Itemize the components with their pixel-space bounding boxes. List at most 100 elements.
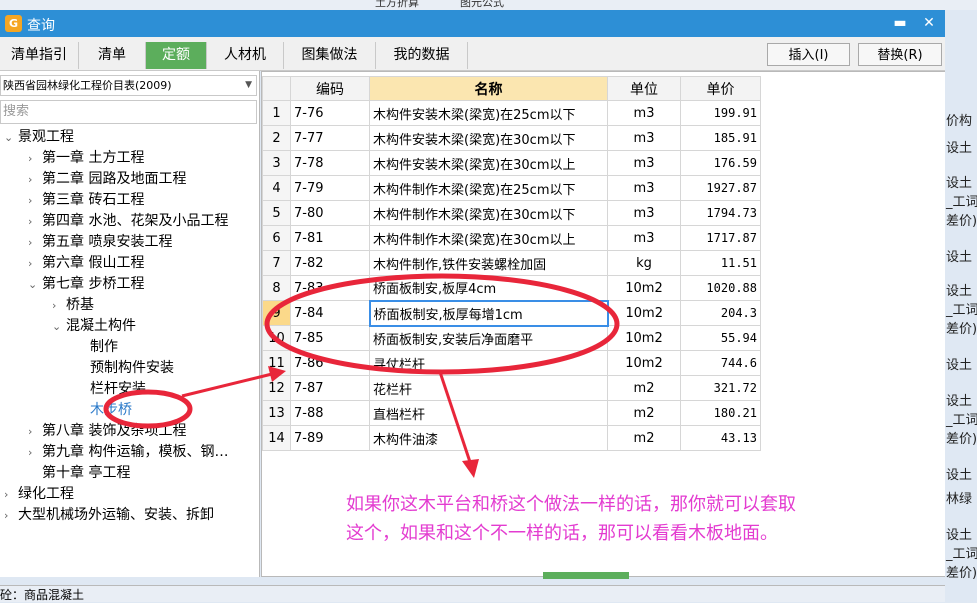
unit-cell[interactable]: m2 [607, 425, 681, 451]
price-cell[interactable]: 43.13 [680, 425, 761, 451]
name-cell[interactable]: 木构件油漆 [369, 425, 608, 451]
code-cell[interactable]: 7-79 [290, 175, 370, 201]
name-cell[interactable]: 木构件制作木梁(梁宽)在30cm以下 [369, 200, 608, 226]
unit-cell[interactable]: 10m2 [607, 300, 681, 326]
price-cell[interactable]: 180.21 [680, 400, 761, 426]
unit-cell[interactable]: m3 [607, 125, 681, 151]
unit-cell[interactable]: m2 [607, 375, 681, 401]
table-row[interactable]: 3 7-78 木构件安装木梁(梁宽)在30cm以上 m3 176.59 [262, 150, 761, 176]
price-cell[interactable]: 176.59 [680, 150, 761, 176]
row-number-cell[interactable]: 8 [262, 275, 291, 301]
tree-node[interactable]: › 第一章 土方工程 [28, 148, 144, 169]
table-row[interactable]: 6 7-81 木构件制作木梁(梁宽)在30cm以上 m3 1717.87 [262, 225, 761, 251]
tab-materials[interactable]: 人材机 [207, 42, 284, 69]
row-number-cell[interactable]: 2 [262, 125, 291, 151]
row-number-cell[interactable]: 5 [262, 200, 291, 226]
tree-node[interactable]: › 第九章 构件运输，模板、钢… [28, 442, 228, 463]
price-cell[interactable]: 1927.87 [680, 175, 761, 201]
library-select[interactable]: 陕西省园林绿化工程价目表(2009) ▼ [0, 75, 257, 96]
table-row[interactable]: 12 7-87 花栏杆 m2 321.72 [262, 375, 761, 401]
tree-node[interactable]: › 第八章 装饰及杂项工程 [28, 421, 186, 442]
price-column-header[interactable]: 单价 [680, 76, 761, 101]
horizontal-scroll-grip[interactable] [543, 572, 629, 579]
tree-node[interactable]: ⌄ 景观工程 [4, 127, 74, 148]
tree-node[interactable]: › 第三章 砖石工程 [28, 190, 144, 211]
row-number-cell[interactable]: 7 [262, 250, 291, 276]
row-number-cell[interactable]: 13 [262, 400, 291, 426]
tree-search-input[interactable]: 搜索 [0, 100, 257, 124]
unit-cell[interactable]: 10m2 [607, 350, 681, 376]
code-cell[interactable]: 7-80 [290, 200, 370, 226]
price-cell[interactable]: 199.91 [680, 100, 761, 126]
row-number-cell[interactable]: 10 [262, 325, 291, 351]
row-number-cell[interactable]: 6 [262, 225, 291, 251]
table-row[interactable]: 5 7-80 木构件制作木梁(梁宽)在30cm以下 m3 1794.73 [262, 200, 761, 226]
tab-my-data[interactable]: 我的数据 [376, 42, 468, 69]
code-cell[interactable]: 7-81 [290, 225, 370, 251]
tree-node[interactable]: ⌄ 第七章 步桥工程 [28, 274, 144, 295]
tree-node[interactable]: 第十章 亭工程 [28, 463, 130, 484]
code-cell[interactable]: 7-77 [290, 125, 370, 151]
name-column-header[interactable]: 名称 [369, 76, 608, 101]
name-cell[interactable]: 桥面板制安,安装后净面磨平 [369, 325, 608, 351]
table-row[interactable]: 9 7-84 桥面板制安,板厚每增1cm 10m2 204.3 [262, 299, 761, 327]
tree-node[interactable]: 栏杆安装 [76, 379, 146, 400]
tree-node[interactable]: › 第六章 假山工程 [28, 253, 144, 274]
tab-list-guide[interactable]: 清单指引 [0, 42, 79, 69]
code-cell[interactable]: 7-88 [290, 400, 370, 426]
unit-cell[interactable]: kg [607, 250, 681, 276]
table-row[interactable]: 7 7-82 木构件制作,铁件安装螺栓加固 kg 11.51 [262, 250, 761, 276]
unit-cell[interactable]: m3 [607, 175, 681, 201]
table-row[interactable]: 14 7-89 木构件油漆 m2 43.13 [262, 425, 761, 451]
code-cell[interactable]: 7-89 [290, 425, 370, 451]
chevron-right-icon[interactable]: › [28, 442, 42, 463]
code-column-header[interactable]: 编码 [290, 76, 370, 101]
unit-cell[interactable]: 10m2 [607, 275, 681, 301]
code-cell[interactable]: 7-85 [290, 325, 370, 351]
unit-cell[interactable]: m3 [607, 150, 681, 176]
tree-node[interactable]: 制作 [76, 337, 118, 358]
tree-node[interactable]: ⌄ 混凝土构件 [52, 316, 136, 337]
table-row[interactable]: 8 7-83 桥面板制安,板厚4cm 10m2 1020.88 [262, 275, 761, 301]
code-cell[interactable]: 7-87 [290, 375, 370, 401]
tab-atlas-method[interactable]: 图集做法 [284, 42, 376, 69]
table-row[interactable]: 4 7-79 木构件制作木梁(梁宽)在25cm以下 m3 1927.87 [262, 175, 761, 201]
unit-cell[interactable]: m3 [607, 200, 681, 226]
tree-node[interactable]: › 第四章 水池、花架及小品工程 [28, 211, 228, 232]
price-cell[interactable]: 55.94 [680, 325, 761, 351]
replace-button[interactable]: 替换(R) [858, 43, 942, 66]
chevron-down-icon[interactable]: ⌄ [4, 127, 18, 148]
code-cell[interactable]: 7-86 [290, 350, 370, 376]
price-cell[interactable]: 185.91 [680, 125, 761, 151]
row-number-cell[interactable]: 11 [262, 350, 291, 376]
chevron-down-icon[interactable]: ▼ [245, 76, 252, 95]
name-cell[interactable]: 木构件安装木梁(梁宽)在30cm以下 [369, 125, 608, 151]
code-cell[interactable]: 7-84 [290, 300, 370, 326]
table-row[interactable]: 11 7-86 寻仗栏杆 10m2 744.6 [262, 350, 761, 376]
name-cell[interactable]: 花栏杆 [369, 375, 608, 401]
price-cell[interactable]: 321.72 [680, 375, 761, 401]
row-number-cell[interactable]: 4 [262, 175, 291, 201]
name-cell[interactable]: 桥面板制安,板厚4cm [369, 275, 608, 301]
chevron-down-icon[interactable]: ⌄ [52, 316, 66, 337]
unit-cell[interactable]: m3 [607, 100, 681, 126]
chevron-right-icon[interactable]: › [28, 232, 42, 253]
chevron-down-icon[interactable]: ⌄ [28, 274, 42, 295]
insert-button[interactable]: 插入(I) [767, 43, 850, 66]
price-cell[interactable]: 1794.73 [680, 200, 761, 226]
table-row[interactable]: 2 7-77 木构件安装木梁(梁宽)在30cm以下 m3 185.91 [262, 125, 761, 151]
name-cell[interactable]: 木构件安装木梁(梁宽)在30cm以上 [369, 150, 608, 176]
tree-node[interactable]: › 桥基 [52, 295, 94, 316]
tree-node[interactable]: › 绿化工程 [4, 484, 74, 505]
chevron-right-icon[interactable]: › [28, 148, 42, 169]
chevron-right-icon[interactable]: › [28, 169, 42, 190]
tree-node[interactable]: 木步桥 [76, 400, 132, 421]
chevron-right-icon[interactable]: › [28, 190, 42, 211]
table-row[interactable]: 1 7-76 木构件安装木梁(梁宽)在25cm以下 m3 199.91 [262, 100, 761, 126]
name-cell[interactable]: 桥面板制安,板厚每增1cm [368, 299, 609, 327]
table-row[interactable]: 10 7-85 桥面板制安,安装后净面磨平 10m2 55.94 [262, 325, 761, 351]
minimize-icon[interactable]: ▬ [889, 13, 911, 33]
price-cell[interactable]: 744.6 [680, 350, 761, 376]
name-cell[interactable]: 直档栏杆 [369, 400, 608, 426]
tree-node[interactable]: › 第五章 喷泉安装工程 [28, 232, 172, 253]
